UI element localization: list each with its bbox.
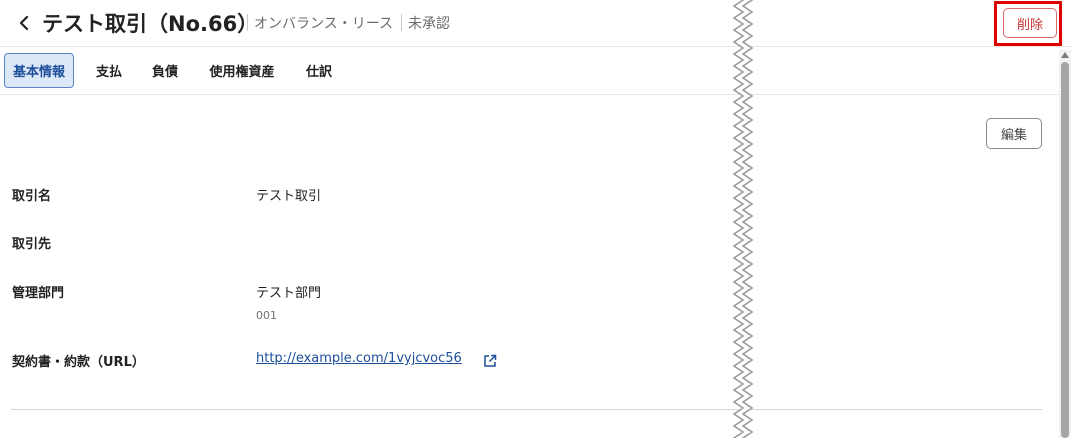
field-label-transaction-name: 取引名 xyxy=(12,189,52,204)
external-link-icon[interactable] xyxy=(483,353,497,372)
field-label-contract-url: 契約書・約款（URL） xyxy=(12,355,145,370)
tab-liability[interactable]: 負債 xyxy=(143,53,187,88)
tab-basic-info[interactable]: 基本情報 xyxy=(4,53,74,88)
field-value-department: テスト部門 xyxy=(256,286,322,301)
delete-button[interactable]: 削除 xyxy=(1003,8,1057,38)
title-separator xyxy=(247,14,248,31)
contract-url-link[interactable]: http://example.com/1vyjcvoc56 xyxy=(256,351,462,366)
section-divider xyxy=(11,409,1042,410)
tab-bar: 基本情報 支払 負債 使用権資産 仕訳 xyxy=(0,47,1060,95)
field-label-counterparty: 取引先 xyxy=(12,237,52,252)
chevron-left-icon xyxy=(19,15,29,31)
tab-right-of-use-asset[interactable]: 使用権資産 xyxy=(200,53,284,88)
field-label-department: 管理部門 xyxy=(12,286,65,301)
zigzag-break-marker xyxy=(732,0,754,438)
transaction-category: オンバランス・リース xyxy=(254,16,394,32)
page-title: テスト取引（No.66） xyxy=(42,12,259,36)
edit-button[interactable]: 編集 xyxy=(986,118,1042,149)
page-header: テスト取引（No.66） オンバランス・リース 未承認 xyxy=(0,0,1071,47)
back-button[interactable] xyxy=(13,10,35,36)
field-value-department-code: 001 xyxy=(256,309,277,322)
scrollbar-thumb[interactable] xyxy=(1061,62,1069,438)
category-separator xyxy=(401,14,402,31)
status-badge: 未承認 xyxy=(408,16,450,32)
triangle-up-icon[interactable] xyxy=(1061,51,1069,59)
tab-journal[interactable]: 仕訳 xyxy=(296,53,342,88)
tab-payment[interactable]: 支払 xyxy=(88,53,130,88)
field-value-transaction-name: テスト取引 xyxy=(256,189,322,204)
